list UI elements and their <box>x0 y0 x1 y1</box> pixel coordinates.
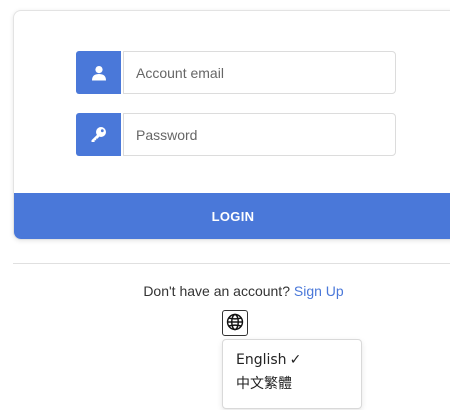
language-option-label: 中文繁體 <box>236 376 292 392</box>
language-menu: English ✓ 中文繁體 <box>222 339 362 409</box>
signup-prompt: Don't have an account? Sign Up <box>0 283 450 299</box>
login-card: LOGIN <box>13 10 450 240</box>
globe-icon <box>226 313 244 334</box>
language-option-label: English <box>236 352 287 368</box>
divider <box>13 263 450 264</box>
email-input-group <box>76 51 396 94</box>
user-icon <box>76 51 121 94</box>
password-field[interactable] <box>123 113 396 156</box>
login-button[interactable]: LOGIN <box>14 193 450 239</box>
key-icon <box>76 113 121 156</box>
signup-link[interactable]: Sign Up <box>294 283 344 299</box>
language-option-chinese-traditional[interactable]: 中文繁體 <box>223 372 361 396</box>
checkmark-icon: ✓ <box>289 352 302 368</box>
login-page: LOGIN Don't have an account? Sign Up Eng… <box>0 0 450 410</box>
email-field[interactable] <box>123 51 396 94</box>
signup-prompt-text: Don't have an account? <box>143 283 290 299</box>
language-toggle-button[interactable] <box>222 310 248 336</box>
language-option-english[interactable]: English ✓ <box>223 348 361 372</box>
password-input-group <box>76 113 396 156</box>
